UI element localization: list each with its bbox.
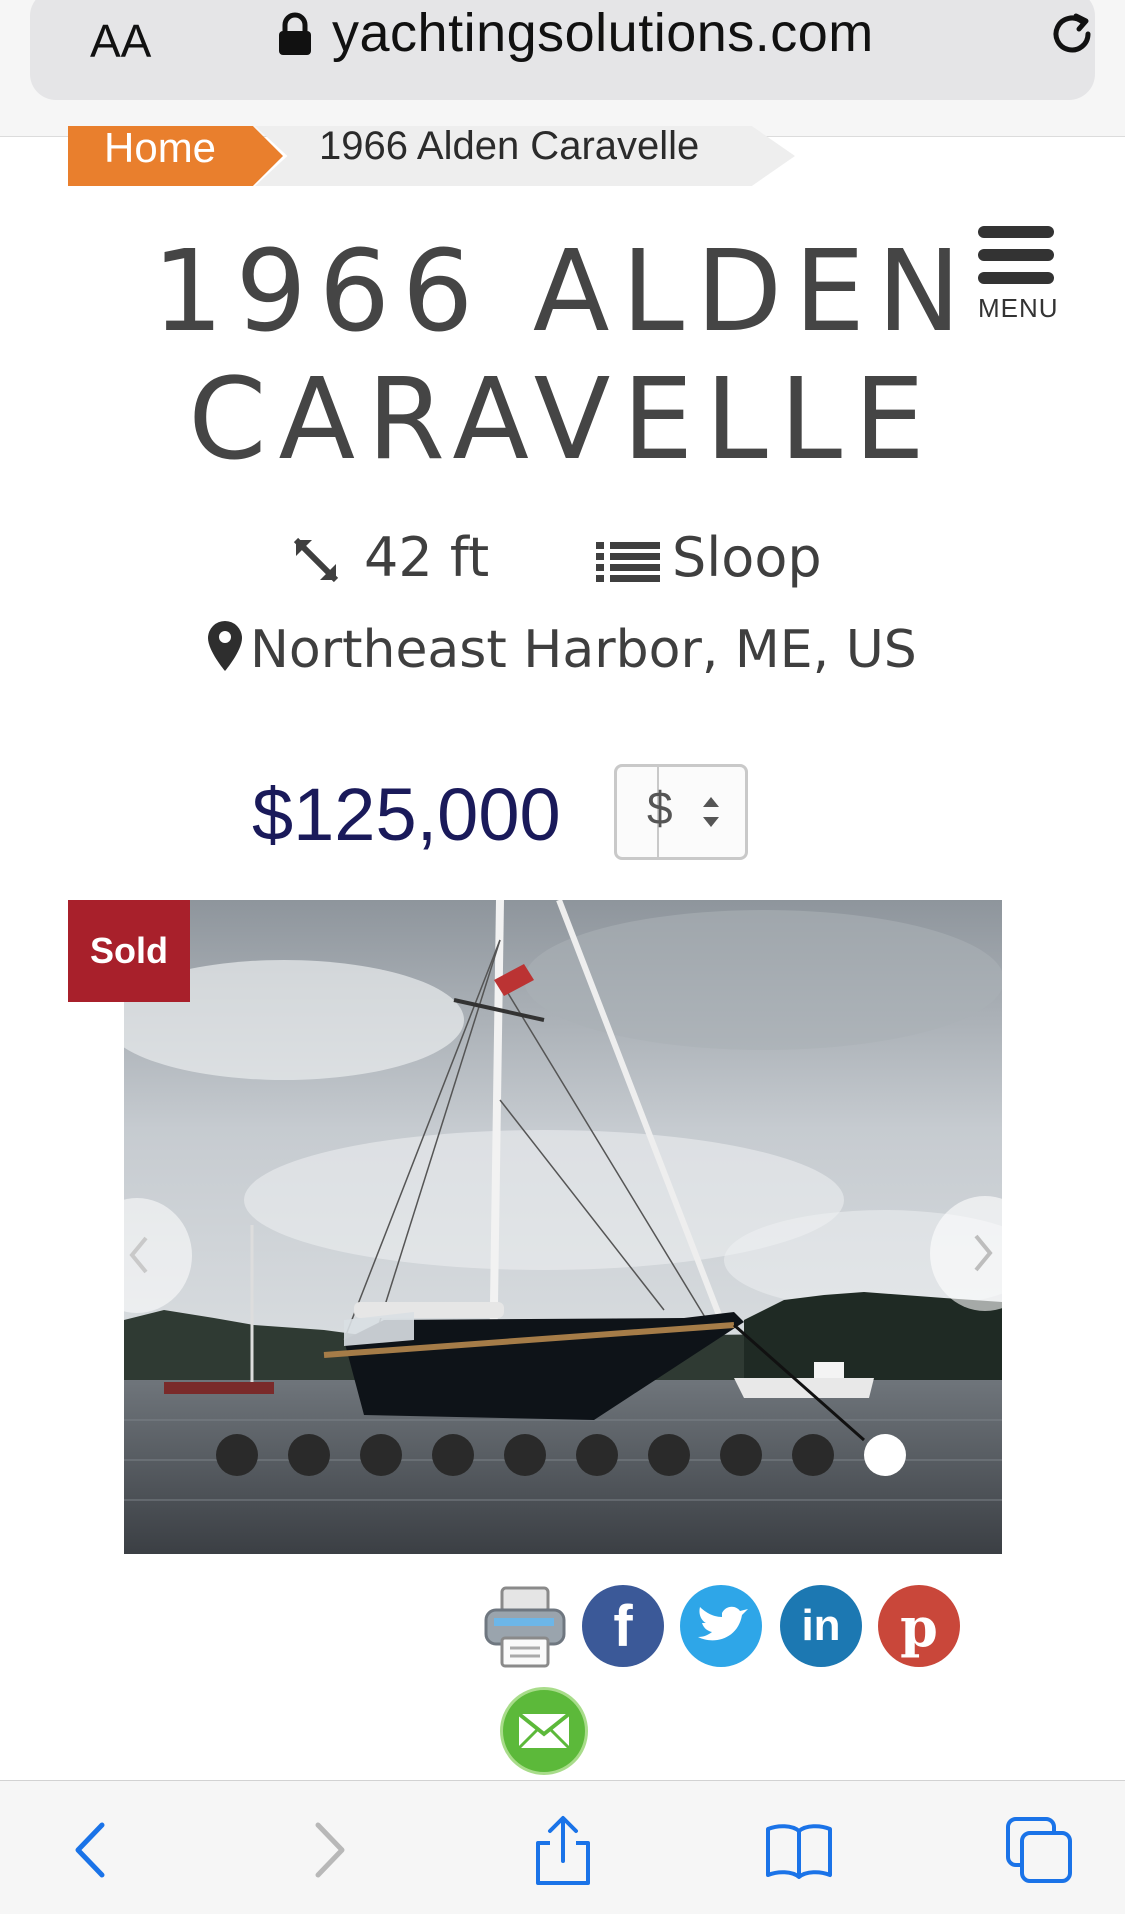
list-icon (596, 542, 660, 582)
location: Northeast Harbor, ME, US (208, 620, 917, 680)
gallery-next-button[interactable] (930, 1196, 1040, 1311)
forward-icon[interactable] (292, 1815, 362, 1885)
length-value: 42 ft (364, 526, 490, 589)
tabs-icon[interactable] (1004, 1815, 1074, 1885)
chevron-left-icon[interactable] (82, 1198, 192, 1313)
title-line-1: 1966 ALDEN (152, 227, 973, 357)
twitter-bird-glyph (698, 1606, 748, 1641)
text-size-button[interactable]: AA (90, 14, 151, 68)
price: $125,000 (252, 773, 561, 856)
sold-badge: Sold (68, 900, 190, 1002)
select-arrows-icon[interactable] (701, 789, 721, 835)
gallery-dot[interactable] (216, 1434, 258, 1476)
hamburger-icon-bar (978, 272, 1054, 284)
gallery-dots (216, 1434, 936, 1478)
gallery-dot[interactable] (576, 1434, 618, 1476)
back-icon[interactable] (58, 1815, 128, 1885)
gallery-dot[interactable] (432, 1434, 474, 1476)
gallery-dot[interactable] (288, 1434, 330, 1476)
browser-toolbar (0, 1780, 1125, 1914)
share-icon[interactable] (528, 1815, 598, 1885)
linkedin-icon[interactable]: in (780, 1585, 862, 1667)
gallery-dot[interactable] (504, 1434, 546, 1476)
chevron-right-icon[interactable] (930, 1196, 1040, 1311)
menu-button[interactable]: MENU (978, 226, 1058, 324)
gallery-dot[interactable] (648, 1434, 690, 1476)
email-icon[interactable] (500, 1687, 588, 1775)
location-text: Northeast Harbor, ME, US (250, 620, 917, 680)
gallery-dot[interactable] (720, 1434, 762, 1476)
browser-top-bar: AA yachtingsolutions.com (0, 0, 1125, 137)
print-icon[interactable] (482, 1584, 568, 1670)
hamburger-icon-bar (978, 249, 1054, 261)
resize-arrows-icon (293, 537, 339, 583)
gallery-prev-button[interactable] (82, 1198, 192, 1313)
lock-icon (279, 12, 311, 55)
gallery-dot[interactable] (360, 1434, 402, 1476)
reload-icon[interactable] (1042, 4, 1102, 64)
bookmarks-icon[interactable] (764, 1815, 834, 1885)
breadcrumb-current: 1966 Alden Caravelle (255, 126, 795, 186)
envelope-glyph (517, 1712, 571, 1750)
page-title: 1966 ALDEN CARAVELLE (150, 228, 975, 484)
title-line-2: CARAVELLE (188, 355, 937, 485)
breadcrumb-home[interactable]: Home (68, 126, 283, 186)
currency-value[interactable]: $ (647, 781, 673, 835)
map-pin-icon (208, 621, 242, 671)
gallery-dot[interactable] (792, 1434, 834, 1476)
pinterest-icon[interactable]: p (878, 1585, 960, 1667)
currency-select[interactable]: $ (614, 764, 748, 860)
hamburger-icon[interactable] (978, 226, 1054, 238)
breadcrumb-current-label: 1966 Alden Caravelle (319, 124, 700, 168)
type-value: Sloop (672, 526, 822, 589)
menu-label[interactable]: MENU (978, 293, 1058, 324)
gallery-dot-active[interactable] (864, 1434, 906, 1476)
facebook-icon[interactable]: f (582, 1585, 664, 1667)
twitter-icon[interactable] (680, 1585, 762, 1667)
url-text[interactable]: yachtingsolutions.com (332, 2, 874, 64)
address-bar[interactable]: AA yachtingsolutions.com (30, 0, 1095, 100)
breadcrumb-home-label[interactable]: Home (104, 126, 216, 172)
